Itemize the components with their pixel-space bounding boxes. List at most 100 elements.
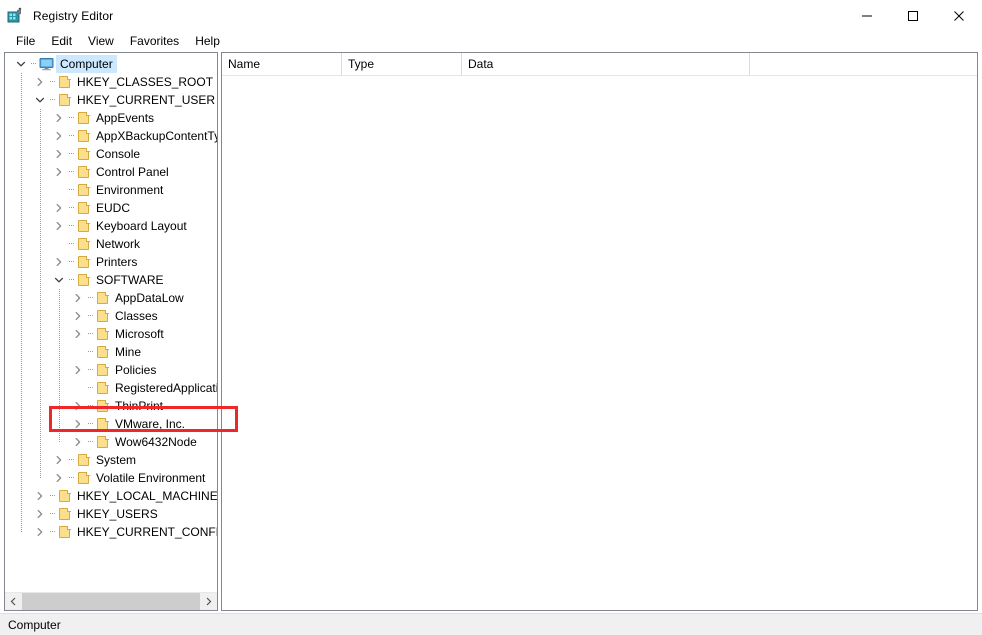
menu-edit[interactable]: Edit [43, 32, 80, 50]
column-header-filler[interactable] [750, 53, 977, 75]
tree-node-label: Network [96, 237, 141, 251]
tree-node-registeredapplication[interactable]: RegisteredApplication [5, 379, 217, 397]
chevron-right-icon[interactable] [51, 217, 67, 235]
column-header-name[interactable]: Name [222, 53, 342, 75]
chevron-down-icon[interactable] [51, 271, 67, 289]
tree-node-label: HKEY_CLASSES_ROOT [77, 75, 214, 89]
tree-node-console[interactable]: Console [5, 145, 217, 163]
folder-icon [57, 523, 73, 541]
chevron-down-icon[interactable] [32, 91, 48, 109]
folder-icon [76, 271, 92, 289]
tree-node-eudc[interactable]: EUDC [5, 199, 217, 217]
registry-values-panel: Name Type Data [221, 52, 978, 611]
tree-node-label: RegisteredApplication [115, 381, 217, 395]
menu-bar: File Edit View Favorites Help [0, 31, 982, 51]
chevron-right-icon[interactable] [32, 523, 48, 541]
column-header-type[interactable]: Type [342, 53, 462, 75]
chevron-right-icon[interactable] [51, 109, 67, 127]
registry-tree-panel: Computer HKEY_CLASSES_ROOT HKEY_CURRENT_US… [4, 52, 218, 611]
chevron-right-icon[interactable] [70, 307, 86, 325]
tree-node-control-panel[interactable]: Control Panel [5, 163, 217, 181]
tree-node-label: ThinPrint [115, 399, 164, 413]
regedit-icon [6, 7, 24, 25]
tree-guide-line [40, 109, 41, 478]
chevron-right-icon[interactable] [32, 505, 48, 523]
close-button[interactable] [936, 0, 982, 31]
tree-connector-line [86, 379, 95, 397]
tree-node-thinprint[interactable]: ThinPrint [5, 397, 217, 415]
tree-node-hkey-current-config[interactable]: HKEY_CURRENT_CONFIG [5, 523, 217, 541]
chevron-right-icon[interactable] [70, 325, 86, 343]
tree-node-software[interactable]: SOFTWARE [5, 271, 217, 289]
chevron-right-icon[interactable] [51, 253, 67, 271]
scrollbar-thumb[interactable] [22, 593, 200, 610]
menu-favorites[interactable]: Favorites [122, 32, 187, 50]
tree-node-computer[interactable]: Computer [5, 55, 217, 73]
tree-node-appevents[interactable]: AppEvents [5, 109, 217, 127]
chevron-down-icon[interactable] [13, 55, 29, 73]
tree-node-environment[interactable]: Environment [5, 181, 217, 199]
chevron-right-icon[interactable] [70, 415, 86, 433]
tree-node-volatile-environment[interactable]: Volatile Environment [5, 469, 217, 487]
tree-node-printers[interactable]: Printers [5, 253, 217, 271]
tree-node-label: Environment [96, 183, 164, 197]
menu-help[interactable]: Help [187, 32, 228, 50]
chevron-right-icon[interactable] [51, 469, 67, 487]
tree-connector-line [67, 145, 76, 163]
tree-node-hkey-classes-root[interactable]: HKEY_CLASSES_ROOT [5, 73, 217, 91]
tree-connector-line [67, 451, 76, 469]
tree-node-label: Policies [115, 363, 157, 377]
chevron-right-icon[interactable] [32, 487, 48, 505]
tree-node-label: HKEY_CURRENT_USER [77, 93, 216, 107]
chevron-right-icon[interactable] [51, 163, 67, 181]
tree-node-system[interactable]: System [5, 451, 217, 469]
chevron-right-icon[interactable] [32, 73, 48, 91]
chevron-right-icon[interactable] [51, 127, 67, 145]
tree-node-mine[interactable]: Mine [5, 343, 217, 361]
scroll-right-arrow-icon[interactable] [200, 593, 217, 610]
tree-horizontal-scrollbar[interactable] [5, 592, 217, 610]
values-list-body[interactable] [222, 76, 977, 610]
tree-node-policies[interactable]: Policies [5, 361, 217, 379]
tree-node-label: AppEvents [96, 111, 155, 125]
chevron-right-icon[interactable] [51, 451, 67, 469]
chevron-right-icon[interactable] [70, 289, 86, 307]
tree-connector-line [67, 469, 76, 487]
tree-node-label: Console [96, 147, 141, 161]
chevron-right-icon[interactable] [51, 145, 67, 163]
tree-connector-line [86, 397, 95, 415]
tree-node-hkey-users[interactable]: HKEY_USERS [5, 505, 217, 523]
maximize-button[interactable] [890, 0, 936, 31]
scroll-left-arrow-icon[interactable] [5, 593, 22, 610]
tree-node-vmware-inc[interactable]: VMware, Inc. [5, 415, 217, 433]
tree-node-keyboard-layout[interactable]: Keyboard Layout [5, 217, 217, 235]
chevron-right-icon[interactable] [70, 397, 86, 415]
tree-node-appxbackupcontenttyp[interactable]: AppXBackupContentTyp [5, 127, 217, 145]
menu-view[interactable]: View [80, 32, 122, 50]
folder-icon [95, 379, 111, 397]
tree-node-label: HKEY_USERS [77, 507, 158, 521]
tree-node-label: Mine [115, 345, 142, 359]
tree-connector-line [86, 361, 95, 379]
tree-node-label: Classes [115, 309, 158, 323]
tree-node-microsoft[interactable]: Microsoft [5, 325, 217, 343]
minimize-button[interactable] [844, 0, 890, 31]
tree-node-network[interactable]: Network [5, 235, 217, 253]
folder-icon [57, 73, 73, 91]
chevron-right-icon[interactable] [70, 433, 86, 451]
chevron-right-icon[interactable] [51, 199, 67, 217]
tree-connector-line [29, 55, 38, 73]
scrollbar-track[interactable] [22, 593, 200, 610]
tree-node-hkey-current-user[interactable]: HKEY_CURRENT_USER [5, 91, 217, 109]
registry-tree-scroll: Computer HKEY_CLASSES_ROOT HKEY_CURRENT_US… [5, 53, 217, 592]
menu-file[interactable]: File [8, 32, 43, 50]
tree-node-label: AppXBackupContentTyp [96, 129, 217, 143]
tree-node-classes[interactable]: Classes [5, 307, 217, 325]
tree-node-hkey-local-machine[interactable]: HKEY_LOCAL_MACHINE [5, 487, 217, 505]
folder-icon [76, 181, 92, 199]
chevron-right-icon[interactable] [70, 361, 86, 379]
tree-node-appdatalow[interactable]: AppDataLow [5, 289, 217, 307]
tree-connector-line [48, 523, 57, 541]
column-header-data[interactable]: Data [462, 53, 750, 75]
tree-node-wow6432node[interactable]: Wow6432Node [5, 433, 217, 451]
